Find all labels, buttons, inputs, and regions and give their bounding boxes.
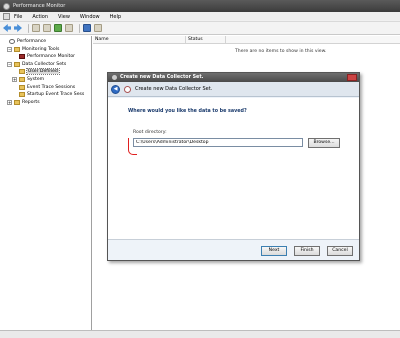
tree-expander-icon[interactable]: + (12, 77, 17, 82)
tree-item-label: Performance Monitor (27, 54, 76, 60)
tree-item-label: Event Trace Sessions (27, 84, 76, 90)
browse-button[interactable]: Browse... (308, 138, 340, 148)
folder-icon (19, 77, 25, 82)
dialog-close-icon[interactable] (347, 74, 357, 81)
chart-icon (19, 54, 25, 60)
wizard-question: Where would you like the data to be save… (128, 109, 247, 114)
tree-item-label: Performance (17, 39, 47, 44)
toolbar-separator (28, 23, 29, 33)
toolbar-separator (79, 23, 80, 33)
menu-view[interactable]: View (58, 14, 70, 20)
tree-item-label: Data Collector Sets (22, 61, 67, 67)
folder-icon (14, 99, 20, 105)
mdi-system-icon[interactable] (3, 13, 10, 20)
next-button[interactable]: Next (261, 246, 287, 256)
folder-icon (14, 61, 20, 67)
tree-item-label: Monitoring Tools (22, 46, 60, 52)
root-directory-input[interactable] (133, 138, 303, 147)
forward-arrow-icon[interactable] (14, 24, 22, 32)
folder-icon (19, 69, 25, 75)
menu-file[interactable]: File (14, 14, 22, 20)
window-title: Performance Monitor (13, 3, 66, 9)
data-collector-icon (124, 85, 131, 93)
export-list-icon[interactable] (65, 24, 73, 32)
finish-button[interactable]: Finish (294, 246, 320, 256)
tree-item[interactable]: + System (12, 76, 44, 83)
tree-item-label: System (27, 77, 45, 82)
tree-expander-icon[interactable] (2, 39, 7, 44)
tree-expander-icon[interactable] (12, 69, 17, 75)
status-bar (0, 330, 400, 338)
performance-monitor-icon (3, 2, 10, 10)
folder-icon (14, 46, 20, 52)
tree-expander-icon[interactable]: + (7, 99, 12, 105)
cancel-button[interactable]: Cancel (327, 246, 353, 256)
list-header: Name Status (93, 36, 400, 44)
create-data-collector-set-dialog: Create new Data Collector Set. ◀ Create … (107, 72, 360, 261)
wizard-footer: Next Finish Cancel (108, 239, 359, 260)
menu-help[interactable]: Help (110, 14, 121, 20)
toolbar (0, 22, 400, 35)
tree-expander-icon[interactable] (12, 54, 17, 60)
perf-icon (9, 39, 15, 44)
tree-expander-icon[interactable]: − (7, 46, 12, 52)
tree-item[interactable]: Startup Event Trace Sess (12, 91, 84, 98)
up-folder-icon[interactable] (32, 24, 40, 32)
tree-item-label: Reports (22, 99, 40, 105)
tree-item[interactable]: − Data Collector Sets (7, 61, 66, 68)
dialog-titlebar: Create new Data Collector Set. (108, 73, 359, 82)
help-icon[interactable] (83, 24, 91, 32)
tree-expander-icon[interactable]: − (7, 61, 12, 67)
show-hide-tree-icon[interactable] (43, 24, 51, 32)
menu-bar: File Action View Window Help (0, 12, 400, 22)
wizard-body: Where would you like the data to be save… (108, 98, 359, 239)
back-arrow-icon[interactable] (3, 24, 11, 32)
tree-item[interactable]: − Monitoring Tools (7, 46, 59, 53)
tree-item[interactable]: Performance (2, 38, 46, 45)
refresh-icon[interactable] (54, 24, 62, 32)
dialog-app-icon (112, 75, 117, 80)
tree-item-label: User Defined (26, 68, 60, 76)
empty-list-message: There are no items to show in this view. (235, 49, 327, 54)
folder-icon (19, 84, 25, 90)
window-titlebar: Performance Monitor (0, 0, 400, 12)
tree-expander-icon[interactable] (12, 92, 17, 98)
tree-item-label: Startup Event Trace Sess (27, 92, 85, 98)
tree-item[interactable]: Event Trace Sessions (12, 84, 75, 91)
tree-item[interactable]: + Reports (7, 99, 40, 106)
menu-window[interactable]: Window (80, 14, 100, 20)
wizard-back-icon[interactable]: ◀ (111, 84, 120, 94)
tree-expander-icon[interactable] (12, 84, 17, 90)
navigation-tree: Performance − Monitoring Tools Performance … (0, 36, 92, 330)
tree-item[interactable]: Performance Monitor (12, 53, 75, 60)
dialog-title: Create new Data Collector Set. (120, 75, 204, 80)
tree-item[interactable]: User Defined (12, 68, 60, 76)
menu-action[interactable]: Action (32, 14, 48, 20)
root-directory-label: Root directory: (133, 130, 167, 135)
column-status[interactable]: Status (186, 36, 226, 43)
wizard-header-title: Create new Data Collector Set. (135, 86, 213, 92)
column-name[interactable]: Name (93, 36, 186, 43)
wizard-header: ◀ Create new Data Collector Set. (108, 82, 359, 97)
folder-icon (19, 92, 25, 98)
properties-icon[interactable] (94, 24, 102, 32)
